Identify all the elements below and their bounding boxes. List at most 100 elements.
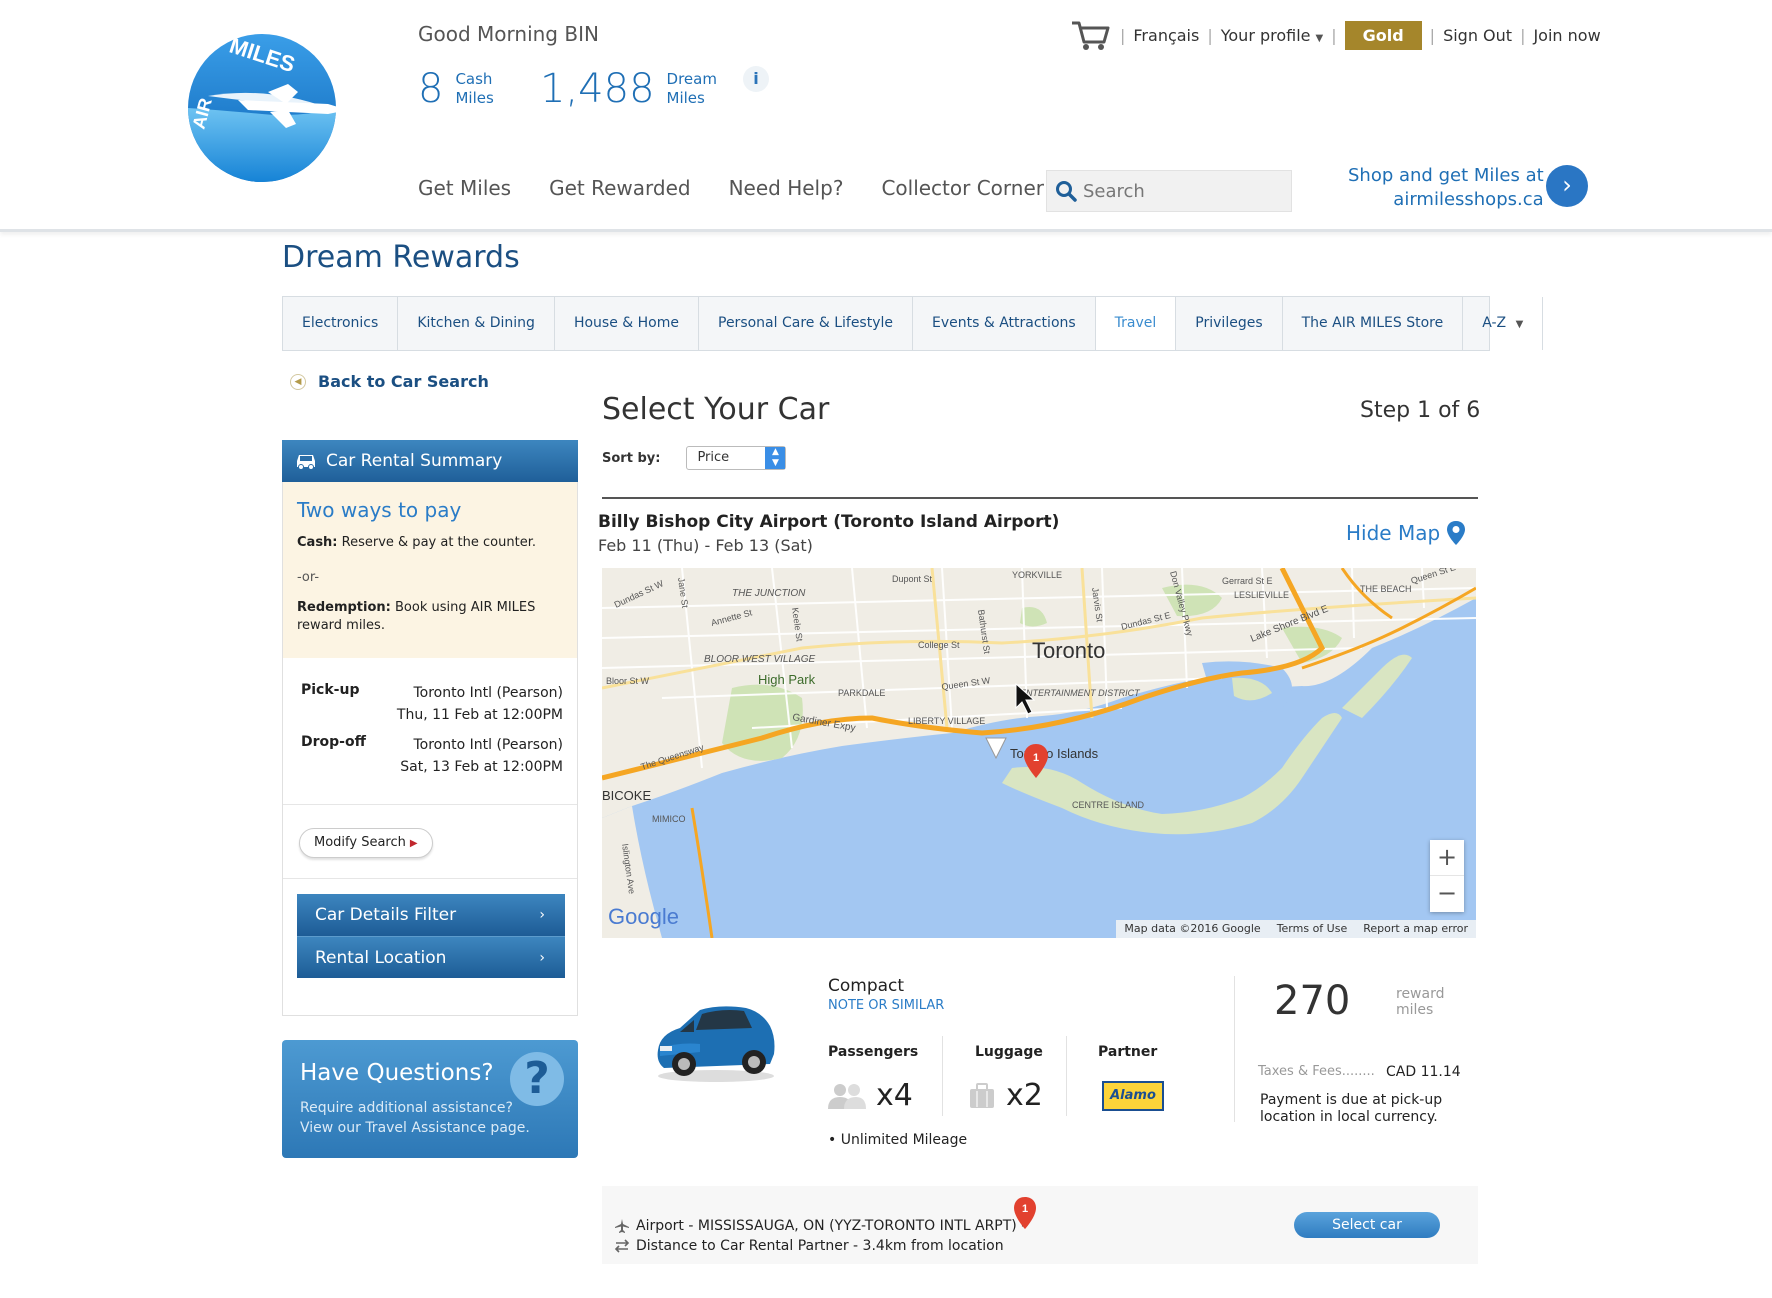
search-placeholder: Search: [1083, 180, 1145, 202]
join-now-link[interactable]: Join now: [1533, 26, 1600, 45]
sign-out-link[interactable]: Sign Out: [1443, 26, 1512, 45]
nav-get-rewarded[interactable]: Get Rewarded: [549, 176, 690, 200]
shop-link[interactable]: Shop and get Miles at airmilesshops.ca: [1348, 164, 1544, 212]
taxes-label: Taxes & Fees........: [1258, 1064, 1375, 1079]
select-car-button[interactable]: Select car: [1294, 1212, 1440, 1238]
page-title: Dream Rewards: [282, 240, 520, 275]
map-canvas[interactable]: Toronto THE JUNCTION BLOOR WEST VILLAGE …: [602, 568, 1476, 938]
caret-down-icon: ▼: [1315, 32, 1324, 44]
passengers-count: x4: [828, 1078, 913, 1113]
distance-line: Distance to Car Rental Partner - 3.4km f…: [614, 1238, 1004, 1254]
dream-miles-value: 1,488: [540, 66, 655, 112]
location-map[interactable]: Toronto THE JUNCTION BLOOR WEST VILLAGE …: [602, 568, 1476, 938]
tier-badge[interactable]: Gold: [1344, 20, 1422, 50]
map-marker-number: 1: [1033, 752, 1039, 764]
zoom-out-button[interactable]: −: [1430, 876, 1464, 912]
search-input[interactable]: Search: [1046, 170, 1292, 212]
francais-link[interactable]: Français: [1133, 26, 1199, 45]
chevron-right-icon[interactable]: ›: [1546, 165, 1588, 207]
map-label: Bloor St W: [606, 676, 650, 686]
or-divider: -or-: [297, 570, 320, 585]
map-terms-link[interactable]: Terms of Use: [1277, 922, 1348, 936]
payment-note: Payment is due at pick-up location in lo…: [1260, 1092, 1443, 1125]
divider: [602, 497, 1478, 499]
tab-house-home[interactable]: House & Home: [555, 297, 699, 350]
hide-map-label: Hide Map: [1346, 521, 1441, 545]
car-details-filter-label: Car Details Filter: [315, 905, 457, 925]
pickup-place: Toronto Intl (Pearson): [413, 685, 563, 701]
alamo-logo: Alamo: [1102, 1081, 1164, 1111]
cart-icon[interactable]: [1070, 18, 1112, 52]
nav-get-miles[interactable]: Get Miles: [418, 176, 511, 200]
passengers-value: x4: [876, 1078, 913, 1113]
redemption-option-label: Redemption:: [297, 600, 391, 615]
map-label: Dupont St: [892, 574, 933, 584]
back-to-car-search-link[interactable]: ◀ Back to Car Search: [290, 372, 489, 391]
zoom-in-button[interactable]: +: [1430, 840, 1464, 876]
divider: [1066, 1036, 1067, 1116]
car-class: Compact: [828, 976, 905, 996]
map-label: CENTRE ISLAND: [1072, 800, 1145, 810]
passengers-label: Passengers: [828, 1044, 919, 1060]
unlimited-mileage: • Unlimited Mileage: [828, 1132, 968, 1148]
tab-travel[interactable]: Travel: [1095, 297, 1177, 350]
reward-miles-value: 270: [1274, 978, 1351, 1024]
airport-location: Airport - MISSISSAUGA, ON (YYZ-TORONTO I…: [614, 1218, 1026, 1234]
have-questions-card[interactable]: Have Questions? Require additional assis…: [282, 1040, 578, 1158]
dropoff-row: Drop-off Toronto Intl (Pearson) Sat, 13 …: [297, 734, 563, 778]
divider: [942, 1036, 943, 1116]
nav-collector-corner[interactable]: Collector Corner: [881, 176, 1044, 200]
air-miles-logo[interactable]: MILES AIR: [178, 26, 360, 190]
question-mark-icon: ?: [510, 1052, 564, 1106]
distance-text: Distance to Car Rental Partner - 3.4km f…: [636, 1238, 1004, 1254]
separator: |: [1331, 25, 1337, 45]
rental-location-bar: Airport - MISSISSAUGA, ON (YYZ-TORONTO I…: [602, 1186, 1478, 1264]
partner-label: Partner: [1098, 1044, 1158, 1060]
cash-miles-label-1: Cash: [455, 70, 493, 88]
pickup-row: Pick-up Toronto Intl (Pearson) Thu, 11 F…: [297, 682, 563, 726]
map-report-link[interactable]: Report a map error: [1363, 922, 1468, 936]
tab-privileges[interactable]: Privileges: [1176, 297, 1283, 350]
dream-miles-label-2: Miles: [666, 89, 705, 107]
pickup-label: Pick-up: [301, 682, 360, 698]
sort-label: Sort by:: [602, 450, 661, 466]
modify-search-button[interactable]: Modify Search ▶: [299, 828, 433, 858]
tab-kitchen-dining[interactable]: Kitchen & Dining: [398, 297, 555, 350]
cash-miles-value: 8: [418, 66, 444, 112]
utility-bar: | Français | Your profile ▼ | Gold | Sign…: [1070, 18, 1601, 52]
tab-events-attractions[interactable]: Events & Attractions: [913, 297, 1096, 350]
tab-a-z[interactable]: A-Z ▼: [1463, 297, 1544, 350]
chevron-right-icon: ›: [539, 950, 545, 966]
map-label: BICOKE: [602, 788, 651, 803]
nav-need-help[interactable]: Need Help?: [729, 176, 844, 200]
luggage-value: x2: [1006, 1078, 1043, 1113]
dream-miles-balance[interactable]: 1,488 Dream Miles: [540, 66, 727, 112]
taxes-value: CAD 11.14: [1386, 1064, 1461, 1080]
map-label: PARKDALE: [838, 688, 885, 698]
info-icon[interactable]: i: [743, 66, 769, 92]
sort-select[interactable]: Price ▲ ▼: [686, 446, 787, 470]
google-logo: Google: [608, 904, 679, 929]
tab-air-miles-store[interactable]: The AIR MILES Store: [1283, 297, 1464, 350]
pickup-value: Toronto Intl (Pearson) Thu, 11 Feb at 12…: [397, 682, 563, 726]
distance-arrows-icon: [614, 1239, 630, 1253]
select-your-car-title: Select Your Car: [602, 392, 830, 427]
luggage-count: x2: [968, 1078, 1043, 1113]
luggage-icon: [970, 1082, 994, 1108]
your-profile-menu[interactable]: Your profile ▼: [1221, 26, 1323, 45]
map-label: THE JUNCTION: [732, 588, 806, 599]
cash-miles-balance[interactable]: 8 Cash Miles: [418, 66, 515, 112]
tab-electronics[interactable]: Electronics: [283, 297, 399, 350]
tab-personal-care[interactable]: Personal Care & Lifestyle: [699, 297, 913, 350]
map-data-credit: Map data ©2016 Google: [1124, 922, 1261, 935]
location-marker-number: 1: [1022, 1203, 1028, 1215]
redemption-option: Redemption: Book using AIR MILES reward …: [297, 599, 563, 635]
map-label: THE BEACH: [1360, 584, 1412, 594]
search-icon: [1056, 181, 1077, 202]
rental-location-label: Rental Location: [315, 948, 447, 968]
rental-location-button[interactable]: Rental Location ›: [297, 936, 565, 978]
hide-map-link[interactable]: Hide Map: [1346, 520, 1466, 546]
car-details-filter-button[interactable]: Car Details Filter ›: [297, 894, 565, 936]
airplane-icon: [615, 1219, 629, 1233]
map-label: LESLIEVILLE: [1234, 590, 1289, 600]
